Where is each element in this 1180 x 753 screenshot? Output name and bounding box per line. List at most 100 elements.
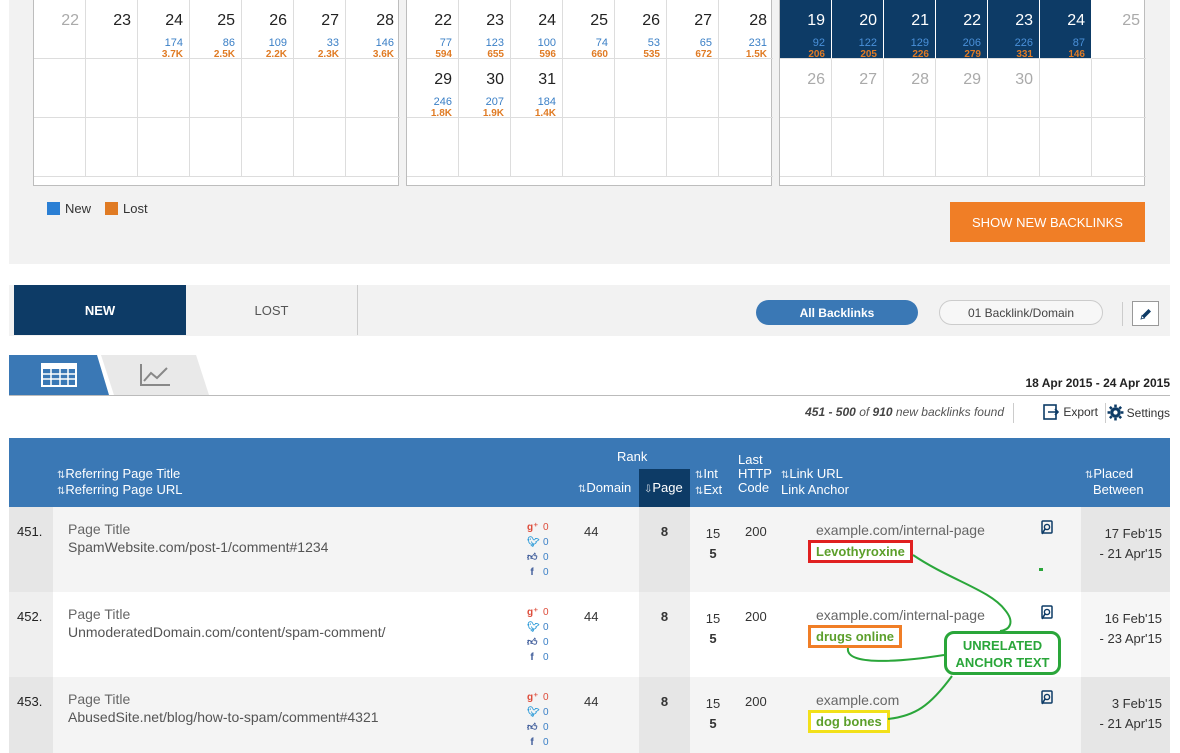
referring-page-url[interactable]: SpamWebsite.com/post-1/comment#1234: [68, 539, 328, 555]
settings-button[interactable]: Settings: [1107, 404, 1170, 421]
thumbs-up-icon: 👍︎: [527, 552, 538, 563]
external-links: 5: [709, 716, 717, 731]
google-plus-icon: g⁺: [527, 522, 539, 533]
link-details-button[interactable]: [1040, 605, 1055, 624]
day-number: 30: [1015, 71, 1033, 88]
calendar-day-cell[interactable]: 21 129 226: [884, 0, 936, 60]
referring-page-url[interactable]: AbusedSite.net/blog/how-to-spam/comment#…: [68, 709, 379, 725]
facebook-icon: f: [530, 567, 534, 578]
backlinks-table-header: ⇅Referring Page Title ⇅Referring Page UR…: [9, 438, 1170, 507]
calendar-day-cell: [242, 118, 294, 177]
like-count: 0: [543, 722, 549, 733]
calendar-day-cell: [667, 118, 719, 177]
calendar-day-cell[interactable]: 24 174 3.7K: [138, 0, 190, 60]
calendar-day-cell[interactable]: 28: [884, 59, 936, 118]
new-backlinks-count: 74: [595, 37, 608, 49]
calendar-day-cell: [346, 59, 400, 118]
int-ext-links: 15 5: [699, 609, 727, 649]
calendar-day-cell: [138, 59, 190, 118]
calendar-day-cell[interactable]: 28 231 1.5K: [719, 0, 773, 60]
link-url[interactable]: example.com: [816, 692, 899, 708]
facebook-icon: f: [530, 737, 534, 748]
header-int: Int: [703, 466, 718, 481]
social-counts: g⁺ 0 🐦︎ 0 👍︎ 0 f0: [527, 690, 549, 750]
calendar-month-march: 22 23 24 174 3.7K 25 86 2.5K 26 109 2.2K 27 33 2.3K 28…: [33, 0, 400, 186]
link-url[interactable]: example.com/internal-page: [816, 522, 985, 538]
export-label: Export: [1063, 405, 1098, 419]
calendar-day-cell[interactable]: 24 87 146: [1040, 0, 1092, 60]
day-number: 23: [486, 12, 504, 29]
calendar-day-cell[interactable]: 24 100 596: [511, 0, 563, 60]
twitter-icon: 🐦︎: [527, 707, 540, 718]
header-referring-page[interactable]: ⇅Referring Page Title ⇅Referring Page UR…: [57, 467, 182, 499]
calendar-day-cell[interactable]: 23 123 655: [459, 0, 511, 60]
all-backlinks-button[interactable]: All Backlinks: [756, 300, 918, 325]
sort-icon: ⇅: [57, 470, 66, 481]
calendar-day-cell[interactable]: 27: [832, 59, 884, 118]
twitter-count: 0: [543, 622, 549, 633]
gear-icon: [1107, 404, 1124, 421]
calendar-day-cell[interactable]: 30 207 1.9K: [459, 59, 511, 119]
calendar-day-cell[interactable]: 26 53 535: [615, 0, 667, 60]
link-details-button[interactable]: [1040, 520, 1055, 539]
calendar-day-cell[interactable]: 25: [1092, 0, 1146, 59]
day-number: 31: [538, 71, 556, 88]
calendar-day-cell[interactable]: 28 146 3.6K: [346, 0, 400, 60]
calendar-day-cell[interactable]: 19 92 206: [780, 0, 832, 60]
external-links: 5: [709, 546, 717, 561]
link-details-button[interactable]: [1040, 690, 1055, 709]
header-link[interactable]: ⇅Link URL Link Anchor: [781, 467, 849, 497]
header-title: Referring Page Title: [65, 466, 181, 481]
calendar-day-cell[interactable]: 20 122 205: [832, 0, 884, 60]
calendar-day-cell[interactable]: 23: [86, 0, 138, 59]
calendar-day-cell: [884, 118, 936, 177]
link-url[interactable]: example.com/internal-page: [816, 607, 985, 623]
header-ext: Ext: [703, 482, 723, 497]
show-new-backlinks-button[interactable]: SHOW NEW BACKLINKS: [950, 202, 1145, 242]
calendar-day-cell[interactable]: 26: [780, 59, 832, 118]
header-placed-between[interactable]: ⇅Placed Between: [1085, 467, 1144, 497]
tab-new[interactable]: NEW: [14, 285, 186, 335]
calendar-day-cell: [667, 59, 719, 118]
calendar-day-cell[interactable]: 22 206 279: [936, 0, 988, 60]
calendar-day-cell[interactable]: 25 74 660: [563, 0, 615, 60]
day-number: 27: [321, 12, 339, 29]
referring-page-title[interactable]: Page Title: [68, 691, 130, 707]
header-page[interactable]: ⇩Page: [644, 481, 683, 497]
one-backlink-per-domain-button[interactable]: 01 Backlink/Domain: [939, 300, 1103, 325]
calendar-day-cell[interactable]: 26 109 2.2K: [242, 0, 294, 60]
referring-page-title[interactable]: Page Title: [68, 521, 130, 537]
calendar-day-cell[interactable]: 29: [936, 59, 988, 118]
referring-page-url[interactable]: UnmoderatedDomain.com/content/spam-comme…: [68, 624, 385, 640]
legend-swatch-new: [47, 202, 60, 215]
calendar-day-cell[interactable]: 23 226 331: [988, 0, 1040, 60]
legend-label-new: New: [65, 201, 92, 216]
day-number: 26: [642, 12, 660, 29]
settings-label: Settings: [1126, 405, 1170, 420]
edit-button[interactable]: [1132, 301, 1159, 326]
calendar-day-cell[interactable]: 29 246 1.8K: [407, 59, 459, 119]
export-button[interactable]: Export: [1043, 404, 1098, 420]
sort-icon: ⇅: [695, 486, 704, 497]
calendar-day-cell[interactable]: 22: [34, 0, 86, 59]
new-backlinks-count: 129: [910, 37, 929, 49]
calendar-day-cell[interactable]: 27 65 672: [667, 0, 719, 60]
tab-lost[interactable]: LOST: [186, 285, 358, 335]
calendar-day-cell[interactable]: 31 184 1.4K: [511, 59, 563, 119]
header-domain[interactable]: ⇅Domain: [578, 481, 631, 497]
like-count: 0: [543, 637, 549, 648]
date-range-label: 18 Apr 2015 - 24 Apr 2015: [1025, 376, 1170, 390]
header-int-ext[interactable]: ⇅Int ⇅Ext: [695, 467, 722, 499]
table-view-tab[interactable]: [9, 355, 109, 395]
referring-page-title[interactable]: Page Title: [68, 606, 130, 622]
calendar-day-cell[interactable]: 22 77 594: [407, 0, 459, 60]
search-document-icon: [1041, 690, 1053, 705]
placed-to: - 21 Apr'15: [1099, 546, 1162, 561]
calendar-day-cell[interactable]: 30: [988, 59, 1040, 118]
chart-view-tab[interactable]: [101, 355, 209, 395]
calendar-day-cell[interactable]: 27 33 2.3K: [294, 0, 346, 60]
new-backlinks-count: 146: [375, 37, 394, 49]
export-icon: [1043, 404, 1060, 420]
calendar-day-cell: [832, 118, 884, 177]
calendar-day-cell[interactable]: 25 86 2.5K: [190, 0, 242, 60]
